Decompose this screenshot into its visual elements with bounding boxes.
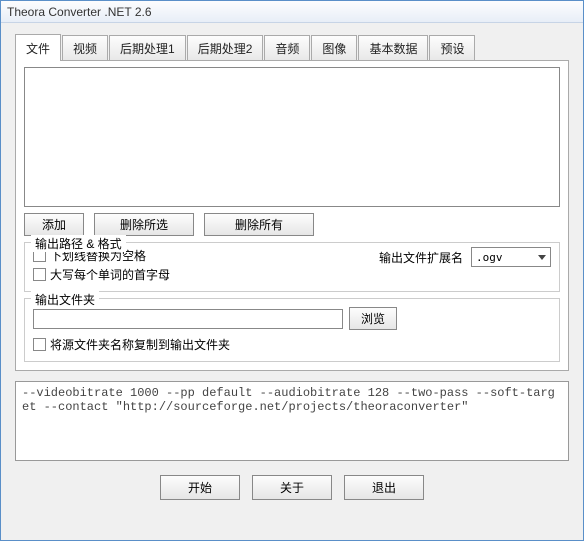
tab-video[interactable]: 视频 <box>62 35 108 60</box>
tab-strip: 文件 视频 后期处理1 后期处理2 音频 图像 基本数据 预设 <box>15 33 569 60</box>
tab-audio[interactable]: 音频 <box>264 35 310 60</box>
chk-copy-folder-name[interactable]: 将源文件夹名称复制到输出文件夹 <box>33 336 551 353</box>
chk-capitalize[interactable]: 大写每个单词的首字母 <box>33 266 170 283</box>
bottom-button-row: 开始 关于 退出 <box>15 475 569 500</box>
tab-postproc1[interactable]: 后期处理1 <box>109 35 186 60</box>
file-button-row: 添加 删除所选 删除所有 <box>24 213 560 236</box>
exit-button[interactable]: 退出 <box>344 475 424 500</box>
about-button[interactable]: 关于 <box>252 475 332 500</box>
client-area: 文件 视频 后期处理1 后期处理2 音频 图像 基本数据 预设 添加 删除所选 … <box>1 23 583 540</box>
tab-metadata[interactable]: 基本数据 <box>358 35 428 60</box>
add-button[interactable]: 添加 <box>24 213 84 236</box>
ext-label: 输出文件扩展名 <box>379 249 463 266</box>
output-folder-frame: 输出文件夹 浏览 将源文件夹名称复制到输出文件夹 <box>24 298 560 362</box>
file-list[interactable] <box>24 67 560 207</box>
checkbox-icon <box>33 338 46 351</box>
app-window: Theora Converter .NET 2.6 文件 视频 后期处理1 后期… <box>0 0 584 541</box>
output-folder-input[interactable] <box>33 309 343 329</box>
tab-presets[interactable]: 预设 <box>429 35 475 60</box>
remove-all-button[interactable]: 删除所有 <box>204 213 314 236</box>
chevron-down-icon <box>538 255 546 260</box>
start-button[interactable]: 开始 <box>160 475 240 500</box>
tab-panel-file: 添加 删除所选 删除所有 输出路径 & 格式 下划线替换为空格 大写每个单词的首… <box>15 60 569 371</box>
tab-image[interactable]: 图像 <box>311 35 357 60</box>
output-folder-legend: 输出文件夹 <box>31 291 99 308</box>
command-line-preview[interactable]: --videobitrate 1000 --pp default --audio… <box>15 381 569 461</box>
output-format-frame: 输出路径 & 格式 下划线替换为空格 大写每个单词的首字母 输出文件扩展 <box>24 242 560 292</box>
remove-selected-button[interactable]: 删除所选 <box>94 213 194 236</box>
window-title: Theora Converter .NET 2.6 <box>7 5 152 19</box>
browse-button[interactable]: 浏览 <box>349 307 397 330</box>
tab-postproc2[interactable]: 后期处理2 <box>187 35 264 60</box>
titlebar: Theora Converter .NET 2.6 <box>1 1 583 23</box>
checkbox-icon <box>33 268 46 281</box>
output-format-legend: 输出路径 & 格式 <box>31 235 126 252</box>
ext-combo[interactable]: .ogv <box>471 247 551 267</box>
tab-file[interactable]: 文件 <box>15 34 61 61</box>
